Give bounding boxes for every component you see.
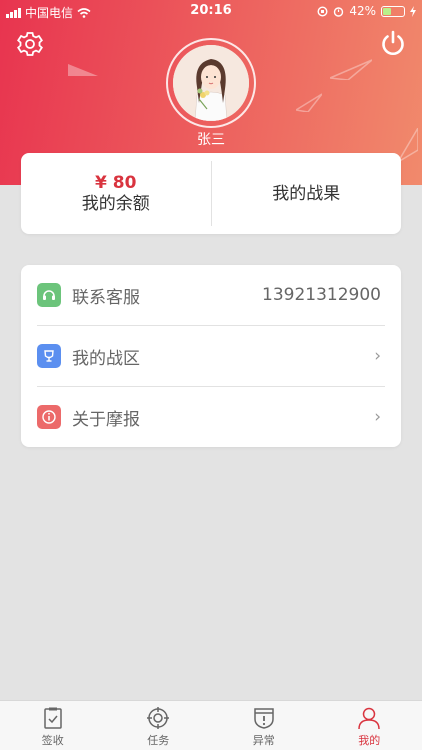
- support-phone: 13921312900: [262, 285, 381, 305]
- battery-percent: 42%: [349, 4, 376, 18]
- paper-plane-decoration-icon: [330, 59, 372, 80]
- tab-mine[interactable]: 我的: [317, 701, 422, 750]
- settings-button[interactable]: [16, 30, 44, 58]
- chevron-right-icon: ›: [374, 346, 381, 366]
- tab-label: 异常: [252, 734, 275, 747]
- gear-icon: [17, 32, 43, 56]
- results-label: 我的战果: [272, 183, 341, 204]
- paper-plane-decoration-icon: [296, 93, 322, 112]
- tab-exceptions[interactable]: 异常: [211, 701, 317, 750]
- charging-icon: [410, 5, 416, 17]
- crosshair-icon: [147, 707, 170, 729]
- menu-card: 联系客服 13921312900 我的战区 › 关于摩报 ›: [21, 265, 401, 447]
- menu-item-label: 我的战区: [72, 348, 140, 369]
- chevron-right-icon: ›: [374, 407, 381, 427]
- tab-sign-in[interactable]: 签收: [0, 701, 106, 750]
- balance-card: ¥ 80 我的余额 我的战果: [21, 153, 401, 234]
- power-icon: [382, 30, 404, 55]
- alarm-icon: [334, 6, 344, 17]
- avatar: [173, 45, 249, 121]
- menu-item-label: 关于摩报: [72, 409, 140, 430]
- person-icon: [358, 707, 380, 730]
- menu-item-contact-support[interactable]: 联系客服 13921312900: [21, 265, 401, 325]
- info-icon: [37, 405, 61, 429]
- avatar-illustration: [173, 45, 249, 121]
- headset-icon: [37, 283, 61, 307]
- battery-icon: [381, 5, 405, 17]
- status-bar: 中国电信 20:16 42%: [0, 0, 422, 22]
- clipboard-check-icon: [44, 707, 62, 729]
- balance-label: 我的余额: [81, 193, 150, 214]
- menu-item-my-zone[interactable]: 我的战区 ›: [21, 326, 401, 386]
- orientation-lock-icon: [317, 5, 328, 17]
- my-balance-button[interactable]: ¥ 80 我的余额: [21, 153, 211, 234]
- tab-label: 我的: [358, 734, 381, 747]
- my-results-button[interactable]: 我的战果: [212, 153, 402, 234]
- logout-button[interactable]: [379, 29, 407, 57]
- tab-bar: 签收 任务 异常 我的: [0, 700, 422, 750]
- tab-label: 签收: [41, 734, 64, 747]
- paper-plane-decoration-icon: [68, 64, 98, 76]
- trophy-icon: [37, 344, 61, 368]
- tab-tasks[interactable]: 任务: [106, 701, 212, 750]
- balance-amount: ¥ 80: [95, 172, 137, 193]
- menu-item-label: 联系客服: [72, 287, 140, 308]
- alert-shield-icon: [254, 708, 274, 729]
- username: 张三: [197, 132, 225, 148]
- tab-label: 任务: [147, 734, 170, 747]
- menu-item-about[interactable]: 关于摩报 ›: [21, 387, 401, 447]
- avatar-ring[interactable]: [166, 38, 256, 128]
